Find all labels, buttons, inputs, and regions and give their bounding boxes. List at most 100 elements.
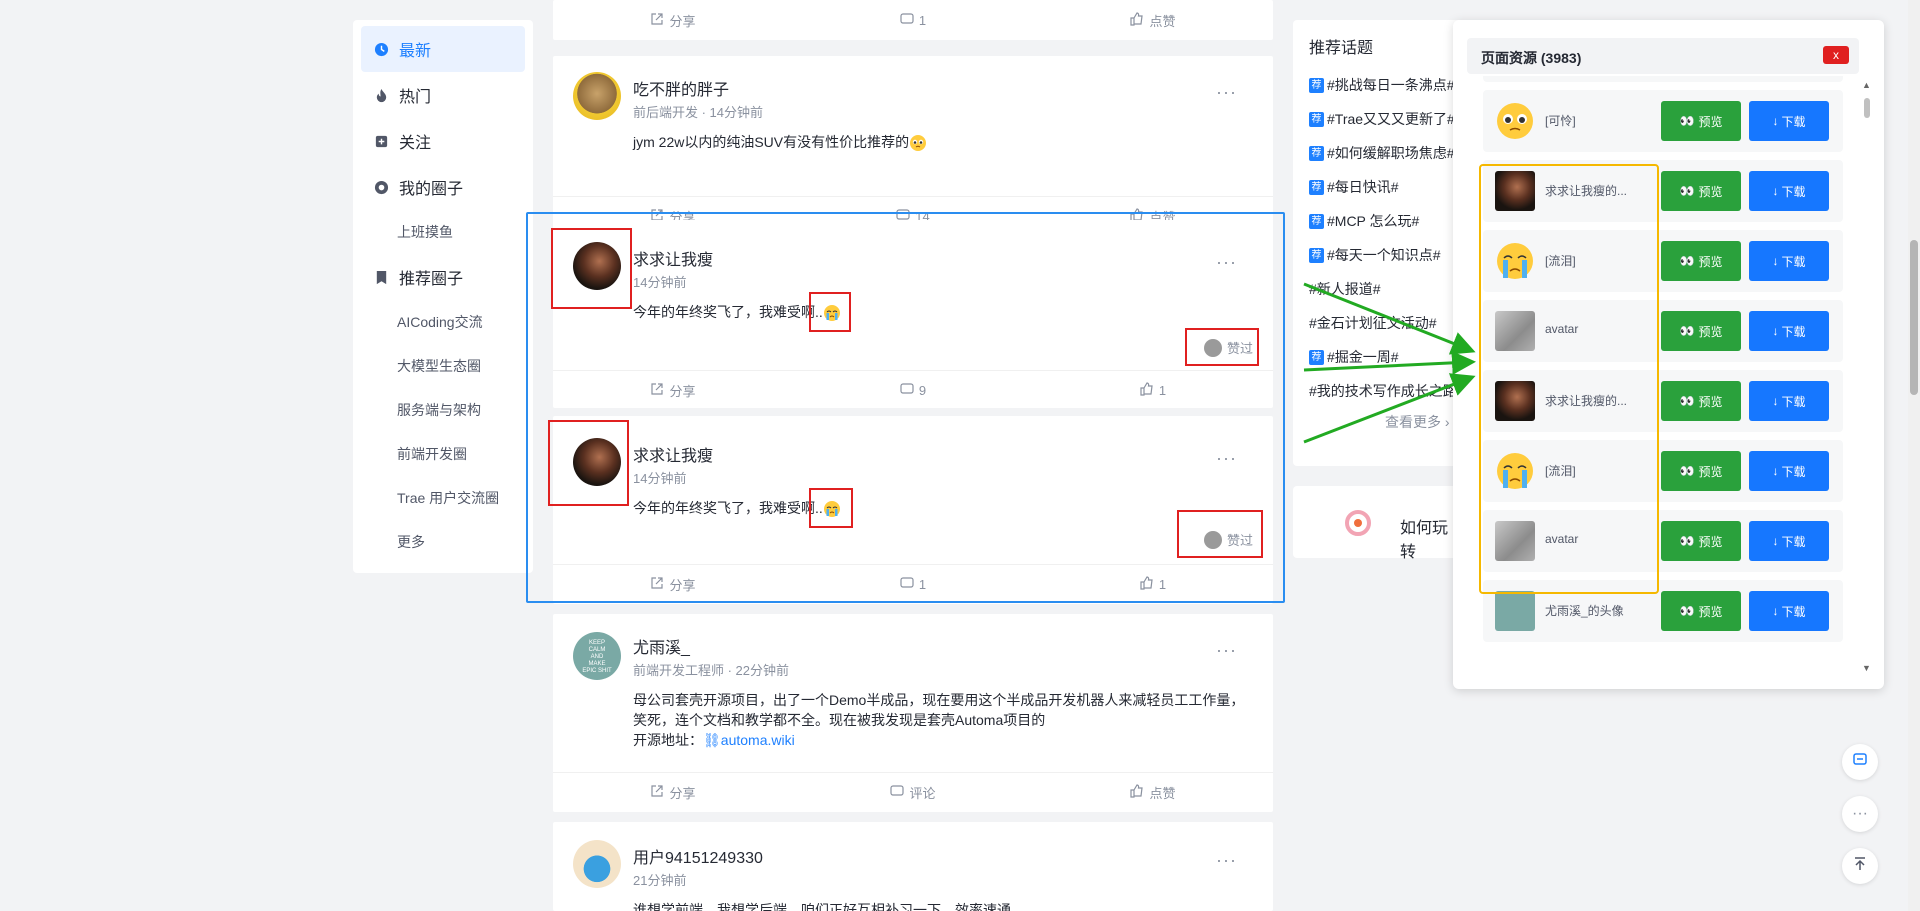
recommended-topics: 推荐话题 荐 #挑战每日一条沸点# 荐 #Trae又又又更新了# 荐 #如何缓解职场焦虑#…: [1293, 20, 1463, 466]
more-menu-icon[interactable]: ···: [1216, 640, 1237, 661]
topic-item[interactable]: 荐 #Trae又又又更新了#: [1293, 102, 1463, 136]
topic-item[interactable]: 荐 #掘金一周#: [1293, 340, 1463, 374]
topic-item[interactable]: #我的技术写作成长之路#: [1293, 374, 1463, 408]
topic-label: #我的技术写作成长之路#: [1309, 383, 1463, 399]
comment-icon: [890, 784, 905, 801]
eyes-icon: 👀: [1679, 394, 1695, 408]
scroll-down-icon[interactable]: ▼: [1862, 663, 1871, 673]
page-root: { "left_nav": { "items": [ {"label": "最新…: [0, 0, 1920, 911]
promo-logo-icon: [1345, 510, 1371, 536]
download-button[interactable]: ↓ 下载: [1749, 521, 1829, 561]
user-name[interactable]: 用户94151249330: [633, 844, 763, 868]
eyes-icon: 👀: [1679, 254, 1695, 268]
back-to-top-button[interactable]: [1842, 848, 1878, 884]
post-text-line: 开源地址：: [633, 732, 703, 748]
topic-list: 荐 #挑战每日一条沸点# 荐 #Trae又又又更新了# 荐 #如何缓解职场焦虑# 荐 #每日快…: [1293, 68, 1463, 408]
download-button[interactable]: ↓ 下载: [1749, 311, 1829, 351]
share-button[interactable]: 分享: [553, 11, 793, 30]
more-options-button[interactable]: ···: [1842, 796, 1878, 832]
download-button[interactable]: ↓ 下载: [1749, 241, 1829, 281]
download-button[interactable]: ↓ 下载: [1749, 591, 1829, 631]
page-scroll-thumb[interactable]: [1910, 240, 1918, 395]
recommend-tag-icon: 荐: [1309, 179, 1324, 195]
preview-button[interactable]: 👀 预览: [1661, 171, 1741, 211]
topic-item[interactable]: 荐 #每日快讯#: [1293, 170, 1463, 204]
recommend-tag-icon: 荐: [1309, 213, 1324, 229]
nav-hot[interactable]: 热门: [361, 72, 525, 118]
nav-recommend[interactable]: 推荐圈子: [361, 254, 525, 300]
annotation-blue-box: [526, 212, 1285, 603]
nav-sub-item[interactable]: 服务端与架构: [361, 388, 525, 432]
topic-item[interactable]: 荐 #如何缓解职场焦虑#: [1293, 136, 1463, 170]
preview-label: 预览: [1698, 324, 1723, 339]
topic-item[interactable]: #新人报道#: [1293, 272, 1463, 306]
download-label: 下载: [1781, 184, 1806, 199]
preview-button[interactable]: 👀 预览: [1661, 451, 1741, 491]
topic-label: #金石计划征文活动#: [1309, 315, 1437, 331]
topic-item[interactable]: 荐 #MCP 怎么玩#: [1293, 204, 1463, 238]
more-menu-icon[interactable]: ···: [1216, 82, 1237, 103]
download-button[interactable]: ↓ 下载: [1749, 451, 1829, 491]
topic-item[interactable]: 荐 #每天一个知识点#: [1293, 238, 1463, 272]
panel-scrollbar[interactable]: ▲ ▼: [1862, 80, 1872, 680]
like-button[interactable]: 点赞: [1033, 11, 1273, 30]
annotation-red-box: [1185, 328, 1259, 366]
download-button[interactable]: ↓ 下载: [1749, 381, 1829, 421]
user-name[interactable]: 吃不胖的胖子: [633, 76, 729, 100]
promo-card[interactable]: 如何玩转: [1293, 486, 1463, 561]
post-link[interactable]: automa.wiki: [721, 732, 795, 748]
preview-button[interactable]: 👀 预览: [1661, 311, 1741, 351]
eyes-icon: 👀: [1679, 604, 1695, 618]
like-button[interactable]: 点赞: [1033, 783, 1273, 802]
preview-button[interactable]: 👀 预览: [1661, 591, 1741, 631]
preview-button[interactable]: 👀 预览: [1661, 521, 1741, 561]
user-avatar[interactable]: [573, 840, 621, 888]
preview-button[interactable]: 👀 预览: [1661, 101, 1741, 141]
topic-item[interactable]: 荐 #挑战每日一条沸点#: [1293, 68, 1463, 102]
user-avatar[interactable]: KEEP CALM AND MAKE EPIC SHIT: [573, 632, 621, 680]
comment-button[interactable]: 1: [793, 12, 1033, 29]
nav-sub-item[interactable]: AICoding交流: [361, 300, 525, 344]
user-avatar[interactable]: [573, 72, 621, 120]
see-more-link[interactable]: 查看更多 ›: [1293, 412, 1463, 432]
preview-button[interactable]: 👀 预览: [1661, 241, 1741, 281]
eyes-icon: 👀: [1679, 324, 1695, 338]
share-button[interactable]: 分享: [553, 783, 793, 802]
scroll-thumb[interactable]: [1864, 98, 1870, 118]
share-icon: [650, 784, 664, 801]
download-button[interactable]: ↓ 下载: [1749, 101, 1829, 141]
nav-latest[interactable]: 最新: [361, 26, 525, 72]
close-button[interactable]: x: [1823, 46, 1849, 64]
feedback-button[interactable]: [1842, 744, 1878, 780]
avatar-text: MAKE: [588, 661, 606, 667]
comment-button[interactable]: 评论: [793, 783, 1033, 802]
recommend-tag-icon: 荐: [1309, 349, 1324, 365]
nav-sub-item[interactable]: 大模型生态圈: [361, 344, 525, 388]
topics-title: 推荐话题: [1309, 40, 1374, 57]
eyes-icon: 👀: [1679, 184, 1695, 198]
nav-my-circle[interactable]: 我的圈子: [361, 164, 525, 210]
post-text-line: 母公司套壳开源项目，出了一个Demo半成品，现在要用这个半成品开发机器人来减轻员…: [633, 692, 1245, 708]
download-label: 下载: [1781, 254, 1806, 269]
more-menu-icon[interactable]: ···: [1216, 850, 1237, 871]
preview-label: 预览: [1698, 534, 1723, 549]
eyes-icon: 👀: [1679, 464, 1695, 478]
panel-title: 页面资源 (3983): [1481, 50, 1582, 66]
topic-label: #Trae又又又更新了#: [1327, 111, 1455, 127]
topic-label: #如何缓解职场焦虑#: [1327, 145, 1455, 161]
page-scrollbar[interactable]: [1908, 0, 1920, 911]
nav-follow[interactable]: 关注: [361, 118, 525, 164]
user-name[interactable]: 尤雨溪_: [633, 634, 690, 658]
resource-name: 尤雨溪_的头像: [1545, 604, 1624, 618]
scroll-up-icon[interactable]: ▲: [1862, 80, 1871, 90]
like-label: 点赞: [1149, 13, 1176, 29]
preview-button[interactable]: 👀 预览: [1661, 381, 1741, 421]
post-card: 吃不胖的胖子 前后端开发 · 14分钟前 ··· jym 22w以内的纯油SUV…: [553, 56, 1273, 236]
nav-sub-item[interactable]: 前端开发圈: [361, 432, 525, 476]
nav-sub-item[interactable]: 更多: [361, 520, 525, 564]
nav-sub-item[interactable]: Trae 用户交流圈: [361, 476, 525, 520]
topic-item[interactable]: #金石计划征文活动#: [1293, 306, 1463, 340]
annotation-red-box: [548, 420, 629, 506]
nav-sub-item[interactable]: 上班摸鱼: [361, 210, 525, 254]
download-button[interactable]: ↓ 下载: [1749, 171, 1829, 211]
